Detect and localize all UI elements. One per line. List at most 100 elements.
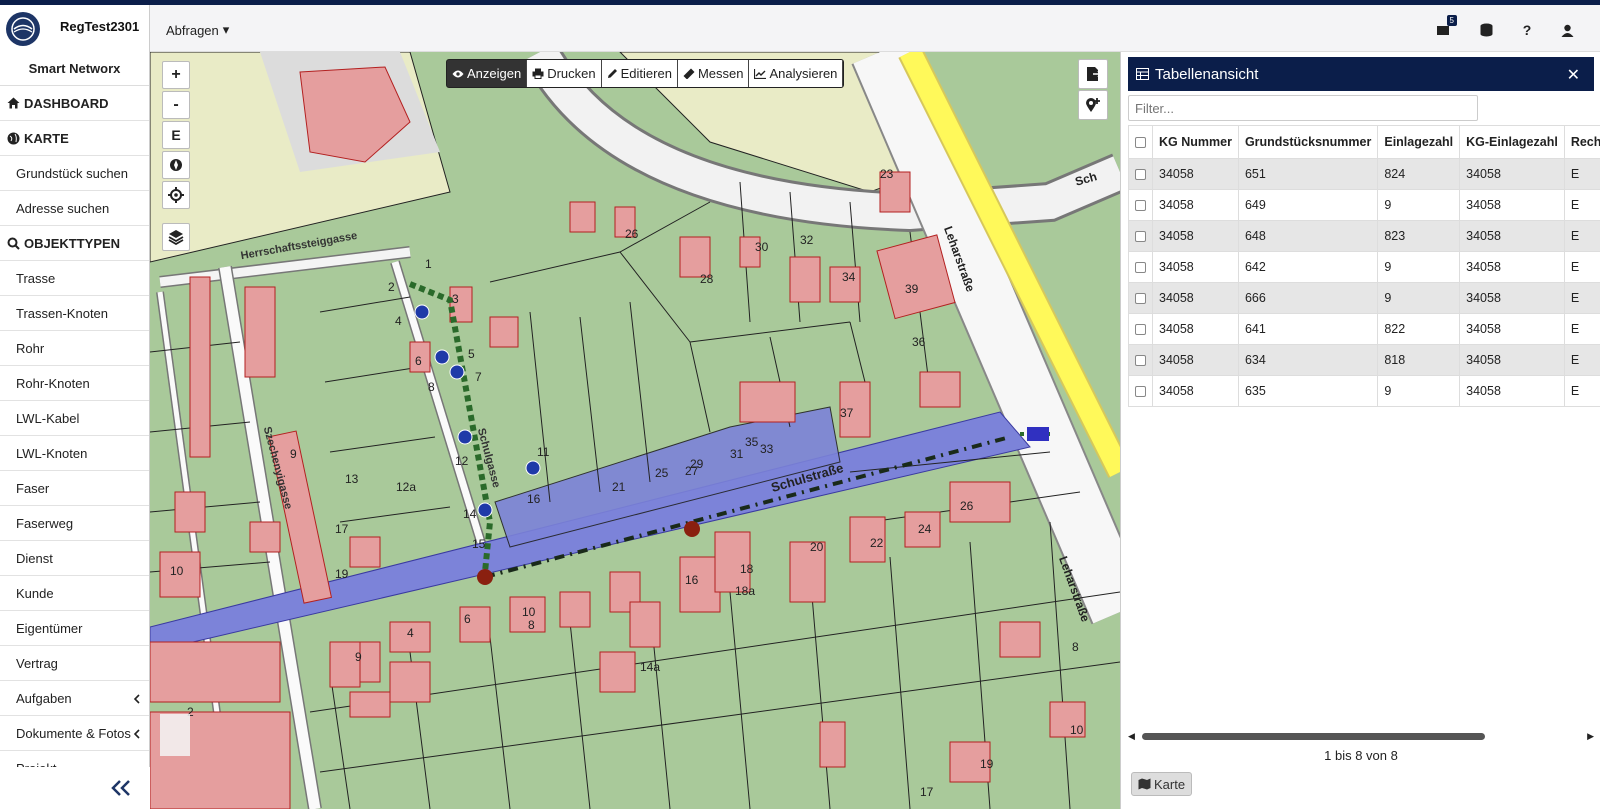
map-view[interactable]: Schulstraße Leharstraße Leharstraße Herr… [150,52,1120,809]
row-checkbox[interactable] [1135,386,1146,398]
sidebar-item-vertrag[interactable]: Vertrag [0,646,149,681]
export-button[interactable] [1078,59,1108,89]
database-icon [1480,23,1492,37]
sidebar-item-kunde[interactable]: Kunde [0,576,149,611]
table-scroll-area[interactable]: KG Nummer Grundstücksnummer Einlagezahl … [1128,125,1600,465]
table-row[interactable]: 34058 634 818 34058 E [1128,344,1600,376]
location-plus-icon [1086,98,1100,112]
col-kg-einlagezahl[interactable]: KG-Einlagezahl [1459,125,1565,159]
table-row[interactable]: 34058 651 824 34058 E [1128,158,1600,190]
close-icon[interactable]: ✕ [1567,65,1580,85]
row-checkbox[interactable] [1135,169,1146,181]
toolbar-anzeigen-button[interactable]: Anzeigen [447,60,528,87]
toolbar-editieren-button[interactable]: Editieren [601,60,678,87]
row-checkbox[interactable] [1135,324,1146,336]
table-filter-input[interactable] [1128,95,1478,121]
row-checkbox[interactable] [1135,355,1146,367]
sidebar-item-karte[interactable]: KARTE [0,121,149,156]
sidebar-item-label: OBJEKTTYPEN [24,235,121,251]
sidebar-item-lwl-knoten[interactable]: LWL-Knoten [0,436,149,471]
sidebar-item-aufgaben[interactable]: Aufgaben [0,681,149,716]
row-checkbox[interactable] [1135,262,1146,274]
table-row[interactable]: 34058 648 823 34058 E [1128,220,1600,252]
sidebar-item-trassen-knoten[interactable]: Trassen-Knoten [0,296,149,331]
map-canvas[interactable] [150,52,1120,809]
sidebar-item-dienst[interactable]: Dienst [0,541,149,576]
database-button[interactable] [1475,19,1497,41]
toolbar-analysieren-button[interactable]: Analysieren [749,60,844,87]
sidebar-item-eigentümer[interactable]: Eigentümer [0,611,149,646]
table-row[interactable]: 34058 649 9 34058 E [1128,189,1600,221]
sidebar: RegTest2301 Smart Networx DASHBOARD KARTE… [0,5,150,809]
row-checkbox[interactable] [1135,293,1146,305]
house-number-label: 31 [730,447,744,461]
karte-button[interactable]: Karte [1131,772,1193,796]
row-select-cell[interactable] [1128,282,1153,314]
sidebar-item-dashboard[interactable]: DASHBOARD [0,86,149,121]
globe-icon [7,132,20,144]
locate-button[interactable] [162,181,190,209]
horizontal-scrollbar[interactable]: ◀ ▶ [1128,731,1594,741]
row-select-cell[interactable] [1128,375,1153,407]
col-kg-nummer[interactable]: KG Nummer [1152,125,1239,159]
row-select-cell[interactable] [1128,313,1153,345]
sidebar-item-adresse-suchen[interactable]: Adresse suchen [0,191,149,226]
app-logo-icon[interactable] [6,11,40,46]
sidebar-collapse-button[interactable] [0,767,150,809]
table-cell: 648 [1237,220,1379,252]
sidebar-item-rohr[interactable]: Rohr [0,331,149,366]
pencil-icon [607,68,618,79]
compass-button[interactable] [162,151,190,179]
col-einlagezahl[interactable]: Einlagezahl [1377,125,1461,159]
sidebar-item-grundstück-suchen[interactable]: Grundstück suchen [0,156,149,191]
house-number-label: 14a [640,660,661,674]
row-select-cell[interactable] [1128,189,1153,221]
table-row[interactable]: 34058 635 9 34058 E [1128,375,1600,407]
table-row[interactable]: 34058 641 822 34058 E [1128,313,1600,345]
toolbar-messen-button[interactable]: Messen [677,60,750,87]
col-grundstuecksnummer[interactable]: Grundstücksnummer [1237,125,1379,159]
row-checkbox[interactable] [1135,200,1146,212]
sidebar-item-rohr-knoten[interactable]: Rohr-Knoten [0,366,149,401]
table-row[interactable]: 34058 666 9 34058 E [1128,282,1600,314]
table-row[interactable]: 34058 642 9 34058 E [1128,251,1600,283]
sidebar-item-objekttypen[interactable]: OBJEKTTYPEN [0,226,149,261]
edit-mode-button[interactable]: E [162,121,190,149]
sidebar-item-label: Faserweg [16,515,74,531]
sidebar-item-dokumente-fotos[interactable]: Dokumente & Fotos [0,716,149,751]
select-all-cell[interactable] [1128,125,1153,159]
add-location-button[interactable] [1078,90,1108,120]
col-recht[interactable]: Recht [1563,125,1600,159]
scrollbar-thumb[interactable] [1142,733,1485,740]
row-select-cell[interactable] [1128,344,1153,376]
scroll-right-icon[interactable]: ▶ [1587,731,1594,742]
abfragen-dropdown[interactable]: Abfragen ▾ [166,22,229,38]
row-select-cell[interactable] [1128,251,1153,283]
house-number-label: 2 [388,280,395,294]
user-button[interactable] [1556,19,1578,41]
layers-button[interactable] [162,223,190,251]
abfragen-label: Abfragen [166,22,219,38]
sidebar-item-faser[interactable]: Faser [0,471,149,506]
house-number-label: 24 [918,522,932,536]
toolbar-drucken-button[interactable]: Drucken [527,60,602,87]
map-attribution-box [160,714,190,756]
row-select-cell[interactable] [1128,158,1153,190]
house-number-label: 6 [415,354,422,368]
sidebar-item-lwl-kabel[interactable]: LWL-Kabel [0,401,149,436]
scroll-left-icon[interactable]: ◀ [1128,731,1135,742]
zoom-in-button[interactable]: + [162,61,190,89]
house-number-label: 11 [537,445,550,459]
results-table: KG Nummer Grundstücksnummer Einlagezahl … [1128,125,1600,407]
row-checkbox[interactable] [1135,231,1146,243]
notifications-button[interactable]: 5 [1432,15,1457,41]
sidebar-item-trasse[interactable]: Trasse [0,261,149,296]
select-all-checkbox[interactable] [1135,137,1146,149]
sidebar-item-label: Grundstück suchen [16,165,129,181]
help-button[interactable]: ? [1516,19,1538,41]
row-select-cell[interactable] [1128,220,1153,252]
paging-info: 1 bis 8 von 8 [1324,748,1398,763]
zoom-out-button[interactable]: - [162,91,190,119]
sidebar-item-faserweg[interactable]: Faserweg [0,506,149,541]
chevron-left-icon [133,692,141,707]
